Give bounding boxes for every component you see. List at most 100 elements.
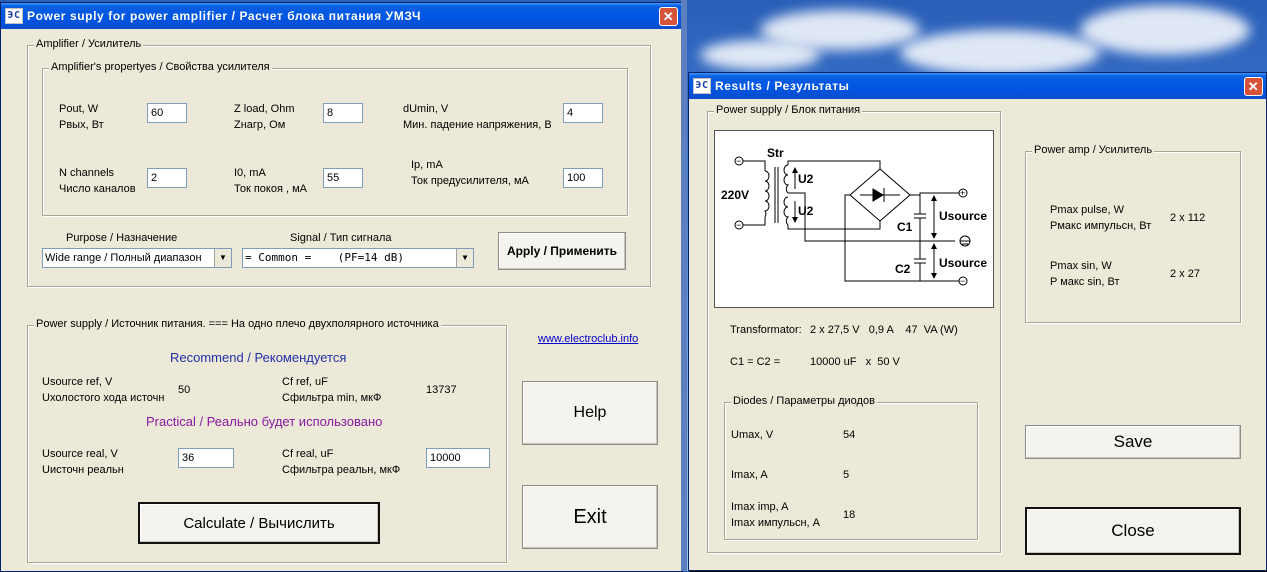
amplifier-group: Amplifier / Усилитель Amplifier's proper… [27,38,651,287]
svg-text:−: − [960,276,965,286]
signal-select-value: = Common = (PF=14 dB) [245,251,404,264]
results-window: ЭС Results / Результаты ✕ Power supply /… [688,72,1267,571]
imax-value: 5 [843,469,850,481]
diodes-group: Diodes / Параметры диодов Umax, V 54 Ima… [724,395,978,540]
schematic-u2-bottom-label: U2 [798,204,814,218]
schematic-c2-label: C2 [895,262,911,276]
exit-button[interactable]: Exit [522,485,658,549]
schematic-svg: − − + − Str 220V U2 U2 C1 C2 Usource Uso… [721,146,987,286]
window-gap [681,0,687,571]
app-icon: ЭС [5,8,23,24]
amp-results-group: Power amp / Усилитель Pmax pulse, W Pмак… [1025,144,1241,323]
purpose-label: Purpose / Назначение [66,232,178,244]
cf-ref-label-ru: Сфильтра min, мкФ [282,392,382,404]
chevron-down-icon[interactable]: ▼ [456,249,473,267]
practical-heading: Practical / Реально будет использовано [146,414,383,429]
properties-legend: Amplifier's propertyes / Свойства усилит… [49,61,272,73]
pmax-sin-value: 2 x 27 [1170,268,1200,280]
pout-label-en: Pout, W [59,103,99,115]
app-icon: ЭС [693,78,711,94]
transformator-value: 2 x 27,5 V 0,9 A 47 VA (W) [810,324,958,336]
cf-real-label-en: Cf real, uF [282,448,334,460]
svg-text:+: + [960,188,965,198]
signal-select[interactable]: = Common = (PF=14 dB) ▼ [242,248,474,268]
amp-results-legend: Power amp / Усилитель [1032,144,1155,156]
nchannels-label-ru: Число каналов [59,183,136,195]
cf-ref-label-en: Cf ref, uF [282,376,328,388]
ip-label-ru: Ток предусилителя, мА [411,175,529,187]
schematic-c1-label: C1 [897,220,913,234]
ps-results-group: Power supply / Блок питания − − + − Str … [707,104,1001,553]
diodes-legend: Diodes / Параметры диодов [731,395,877,407]
main-titlebar[interactable]: ЭС Power suply for power amplifier / Рас… [1,3,681,29]
capacitors-label: C1 = C2 = [730,356,781,368]
results-title: Results / Результаты [715,79,850,93]
zload-label-ru: Zнагр, Ом [234,119,286,131]
usource-real-label-en: Usource real, V [42,448,118,460]
website-link[interactable]: www.electroclub.info [538,333,638,345]
imax-imp-label-en: Imax imp, A [731,501,789,513]
imax-imp-label-ru: Imax импульсн, A [731,517,820,529]
schematic-usource-bottom-label: Usource [939,256,987,270]
svg-text:−: − [736,156,741,166]
calculate-button[interactable]: Calculate / Вычислить [138,502,380,544]
exit-button-label: Exit [573,505,607,528]
imax-imp-value: 18 [843,509,856,521]
cf-ref-value: 13737 [426,384,457,396]
power-supply-group: Power supply / Источник питания. === На … [27,318,507,563]
apply-button[interactable]: Apply / Применить [498,232,626,270]
pmax-pulse-label-ru: Pмакс импульсн, Вт [1050,220,1152,232]
umax-value: 54 [843,429,856,441]
window-title: Power suply for power amplifier / Расчет… [27,9,422,23]
i0-label-en: I0, mA [234,167,266,179]
pmax-pulse-value: 2 x 112 [1170,212,1206,224]
usource-real-input[interactable]: 36 [178,448,234,468]
help-button-label: Help [573,404,607,421]
dumin-label-en: dUmin, V [403,103,449,115]
power-supply-legend: Power supply / Источник питания. === На … [34,318,441,330]
cf-real-label-ru: Сфильтра реальн, мкФ [282,464,401,476]
help-button[interactable]: Help [522,381,658,445]
chevron-down-icon[interactable]: ▼ [214,249,231,267]
imax-label: Imax, A [731,469,768,481]
usource-ref-value: 50 [178,384,191,396]
results-titlebar[interactable]: ЭС Results / Результаты ✕ [689,73,1266,99]
i0-input[interactable]: 55 [323,168,363,188]
usource-ref-label-ru: Uхолостого хода источн [42,392,165,404]
window-close-button[interactable]: ✕ [659,6,678,26]
nchannels-label-en: N channels [59,167,115,179]
pmax-sin-label-ru: P макс sin, Вт [1050,276,1120,288]
close-button-label: Close [1111,521,1155,540]
schematic-220v-label: 220V [721,188,749,202]
recommend-heading: Recommend / Рекомендуется [170,350,347,365]
svg-text:−: − [736,220,741,230]
zload-input[interactable]: 8 [323,103,363,123]
dumin-input[interactable]: 4 [563,103,603,123]
signal-label: Signal / Тип сигнала [290,232,392,244]
close-button[interactable]: Close [1025,507,1241,555]
zload-label-en: Z load, Ohm [234,103,295,115]
ps-results-legend: Power supply / Блок питания [714,104,863,116]
save-button[interactable]: Save [1025,425,1241,459]
purpose-select[interactable]: Wide range / Полный диапазон ▼ [42,248,232,268]
schematic-str-label: Str [767,146,784,160]
schematic-u2-top-label: U2 [798,172,814,186]
amplifier-properties-group: Amplifier's propertyes / Свойства усилит… [42,61,628,216]
purpose-select-value: Wide range / Полный диапазон [45,252,202,264]
ip-input[interactable]: 100 [563,168,603,188]
pout-label-ru: Рвых, Вт [59,119,104,131]
usource-real-label-ru: Uисточн реальн [42,464,124,476]
cf-real-input[interactable]: 10000 [426,448,490,468]
apply-button-label: Apply / Применить [506,244,618,258]
results-close-button[interactable]: ✕ [1244,76,1263,96]
pout-input[interactable]: 60 [147,103,187,123]
calculate-button-label: Calculate / Вычислить [183,514,335,532]
amplifier-group-legend: Amplifier / Усилитель [34,38,144,50]
pmax-sin-label-en: Pmax sin, W [1050,260,1112,272]
pmax-pulse-label-en: Pmax pulse, W [1050,204,1124,216]
capacitors-value: 10000 uF x 50 V [810,356,900,368]
nchannels-input[interactable]: 2 [147,168,187,188]
usource-ref-label-en: Usource ref, V [42,376,113,388]
schematic-usource-top-label: Usource [939,209,987,223]
i0-label-ru: Ток покоя , мА [234,183,307,195]
